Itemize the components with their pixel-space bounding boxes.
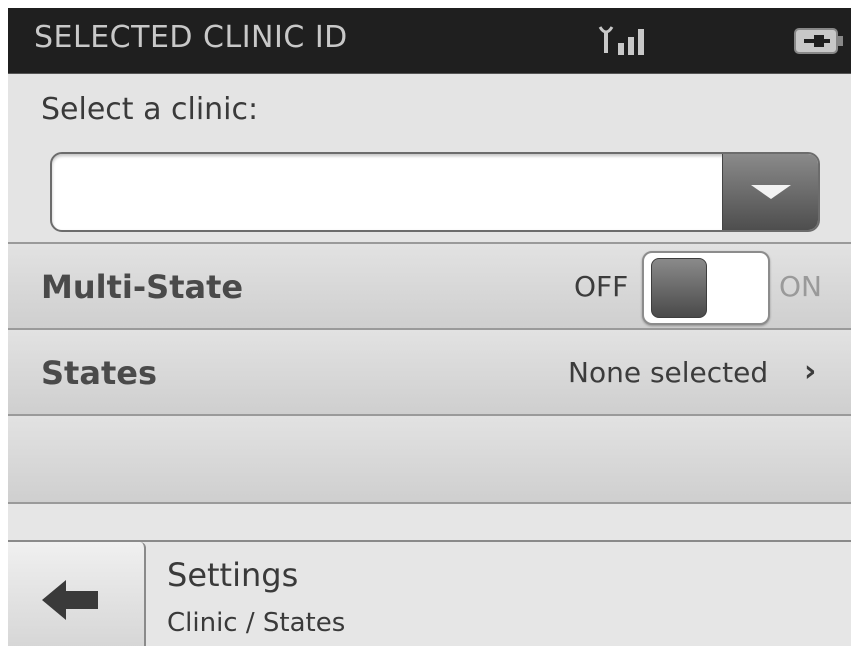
signal-strength-icon <box>598 23 662 59</box>
back-button[interactable] <box>8 542 146 646</box>
breadcrumb: Clinic / States <box>167 608 346 638</box>
multi-state-row: Multi-State OFF ON <box>8 242 851 328</box>
states-value: None selected <box>568 356 769 389</box>
dropdown-button[interactable] <box>722 154 818 230</box>
toggle-off-label: OFF <box>574 270 629 303</box>
footer-title: Settings <box>167 556 299 594</box>
empty-row <box>8 414 851 504</box>
states-row[interactable]: States None selected › <box>8 328 851 414</box>
page-title: SELECTED CLINIC ID <box>34 20 348 55</box>
clinic-selector-section: Select a clinic: <box>8 74 851 244</box>
toggle-on-label: ON <box>779 270 822 303</box>
multi-state-toggle[interactable] <box>642 251 770 325</box>
clinic-label: Select a clinic: <box>41 92 259 127</box>
device-screen: SELECTED CLINIC ID Select a clinic: Mult… <box>8 8 851 646</box>
chevron-right-icon: › <box>804 354 817 389</box>
battery-charging-icon <box>794 28 844 54</box>
title-bar: SELECTED CLINIC ID <box>8 8 851 74</box>
toggle-knob[interactable] <box>651 258 707 318</box>
footer-bar: Settings Clinic / States <box>8 540 851 646</box>
arrow-left-icon <box>42 580 98 620</box>
states-label: States <box>41 354 157 392</box>
clinic-dropdown[interactable] <box>50 152 820 232</box>
multi-state-label: Multi-State <box>41 268 244 306</box>
chevron-down-icon <box>751 185 791 199</box>
